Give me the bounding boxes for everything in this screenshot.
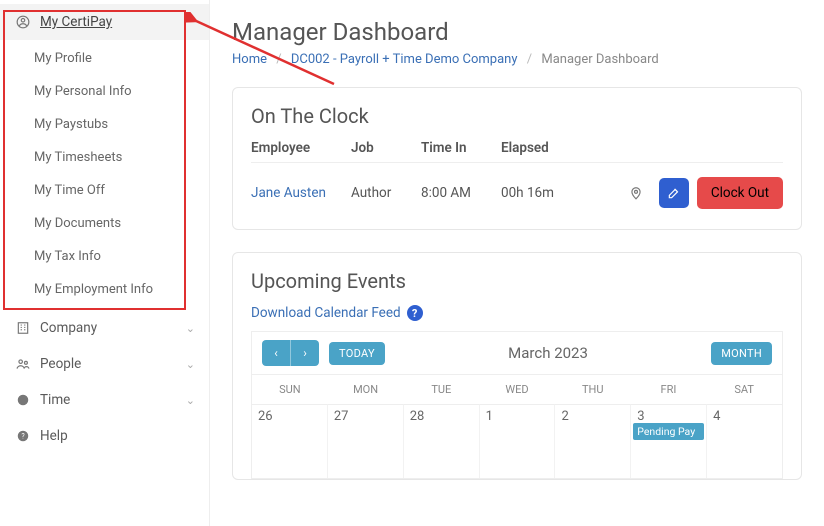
col-header-elapsed: Elapsed [501,140,783,156]
sidebar-item-my-personal-info[interactable]: My Personal Info [0,75,209,108]
sidebar-item-my-timesheets[interactable]: My Timesheets [0,141,209,174]
calendar-toolbar: ‹ › TODAY March 2023 MONTH [252,332,782,374]
sidebar-section-label: People [40,356,81,372]
breadcrumb-home[interactable]: Home [232,52,267,67]
calendar-dow-header: SUN MON TUE WED THU FRI SAT [252,374,782,404]
calendar-nav: ‹ › [262,340,319,366]
sidebar-item-my-profile[interactable]: My Profile [0,42,209,75]
col-header-job: Job [351,140,421,156]
dow-fri: FRI [631,374,707,404]
sidebar-section-label: Help [40,428,68,444]
sidebar-section-help[interactable]: ? Help [0,418,209,454]
calendar-week-row: 26 27 28 1 2 3 Pending Pay 4 [252,404,782,478]
sidebar-section-time[interactable]: Time ⌄ [0,382,209,418]
dow-mon: MON [328,374,404,404]
page-title: Manager Dashboard [232,18,802,46]
upcoming-events-title: Upcoming Events [251,269,783,293]
building-icon [14,321,32,335]
user-circle-icon [14,15,32,29]
breadcrumb-separator: / [276,52,281,67]
clock-out-button[interactable]: Clock Out [697,177,783,209]
job-cell: Author [351,185,421,201]
calendar-month-view-button[interactable]: MONTH [711,342,772,365]
sidebar-item-my-employment-info[interactable]: My Employment Info [0,273,209,306]
help-icon: ? [14,429,32,443]
calendar-day[interactable]: 4 [706,404,782,478]
upcoming-events-card: Upcoming Events Download Calendar Feed ?… [232,252,802,480]
sidebar: My CertiPay ⌃ My Profile My Personal Inf… [0,0,210,526]
elapsed-cell: 00h 16m [501,185,621,201]
calendar-today-button[interactable]: TODAY [329,342,385,365]
sidebar-section-label: My CertiPay [40,14,112,30]
location-pin-icon[interactable] [621,178,651,208]
download-calendar-label: Download Calendar Feed [251,305,401,321]
timein-cell: 8:00 AM [421,185,501,201]
calendar-day[interactable]: 26 [252,404,327,478]
day-number: 3 [637,409,644,424]
dow-tue: TUE [403,374,479,404]
calendar: ‹ › TODAY March 2023 MONTH SUN MON TUE W… [251,331,783,479]
calendar-day[interactable]: 3 Pending Pay [630,404,706,478]
sidebar-section-label: Time [40,392,70,408]
sidebar-item-my-documents[interactable]: My Documents [0,207,209,240]
col-header-employee: Employee [251,140,351,156]
sidebar-item-my-time-off[interactable]: My Time Off [0,174,209,207]
calendar-next-button[interactable]: › [291,340,319,366]
download-calendar-link[interactable]: Download Calendar Feed ? [251,305,423,321]
clock-table-row: Jane Austen Author 8:00 AM 00h 16m Clock… [251,163,783,213]
chevron-up-icon: ⌃ [186,16,195,29]
sidebar-item-my-paystubs[interactable]: My Paystubs [0,108,209,141]
calendar-day[interactable]: 27 [327,404,403,478]
clock-icon [14,393,32,407]
calendar-day[interactable]: 1 [479,404,555,478]
dow-thu: THU [555,374,631,404]
breadcrumb: Home / DC002 - Payroll + Time Demo Compa… [232,52,802,67]
sidebar-section-people[interactable]: People ⌄ [0,346,209,382]
chevron-down-icon: ⌄ [186,358,195,371]
dow-wed: WED [479,374,555,404]
chevron-down-icon: ⌄ [186,322,195,335]
sidebar-section-my-certipay[interactable]: My CertiPay ⌃ [0,4,209,40]
chevron-down-icon: ⌄ [186,394,195,407]
edit-button[interactable] [659,178,689,208]
sidebar-section-label: Company [40,320,97,336]
calendar-day[interactable]: 28 [403,404,479,478]
on-the-clock-card: On The Clock Employee Job Time In Elapse… [232,87,802,230]
breadcrumb-separator: / [527,52,532,67]
col-header-timein: Time In [421,140,501,156]
on-the-clock-title: On The Clock [251,104,783,128]
people-icon [14,357,32,371]
sidebar-item-my-tax-info[interactable]: My Tax Info [0,240,209,273]
sidebar-subitems: My Profile My Personal Info My Paystubs … [0,40,209,310]
main-content: Manager Dashboard Home / DC002 - Payroll… [210,0,824,526]
calendar-day[interactable]: 2 [554,404,630,478]
clock-table-header: Employee Job Time In Elapsed [251,140,783,163]
employee-link[interactable]: Jane Austen [251,185,351,201]
calendar-month-label: March 2023 [395,344,701,362]
dow-sat: SAT [706,374,782,404]
calendar-event[interactable]: Pending Pay [633,423,704,440]
dow-sun: SUN [252,374,328,404]
breadcrumb-current: Manager Dashboard [541,52,658,67]
help-tooltip-icon[interactable]: ? [407,305,423,321]
sidebar-section-company[interactable]: Company ⌄ [0,310,209,346]
breadcrumb-company[interactable]: DC002 - Payroll + Time Demo Company [291,52,518,67]
calendar-prev-button[interactable]: ‹ [262,340,290,366]
